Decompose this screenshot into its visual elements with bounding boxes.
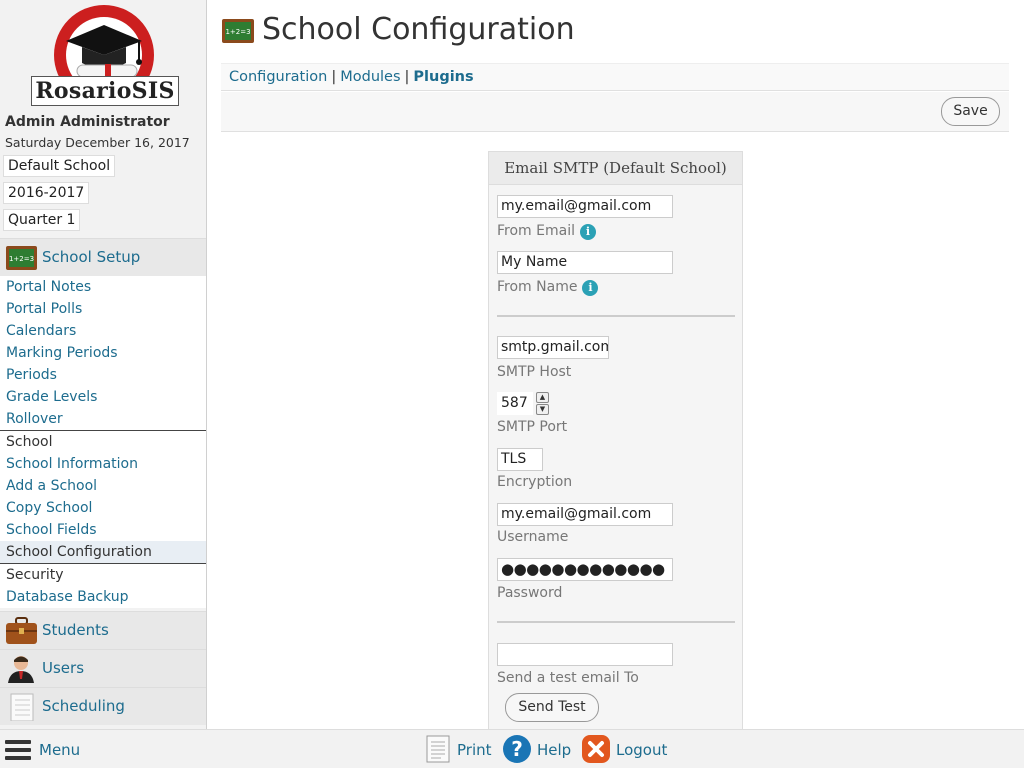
submenu-section-security: Security bbox=[0, 563, 206, 586]
user-icon bbox=[8, 656, 34, 683]
tab-modules[interactable]: Modules bbox=[340, 69, 400, 85]
from-name-label-text: From Name bbox=[497, 279, 578, 295]
password-input[interactable]: ●●●●●●●●●●●●● bbox=[497, 558, 673, 581]
test-email-label: Send a test email To bbox=[497, 670, 639, 686]
notepad-icon bbox=[10, 693, 34, 721]
info-icon[interactable]: i bbox=[582, 280, 599, 296]
page-title: School Configuration bbox=[262, 12, 575, 47]
logout-link[interactable]: Logout bbox=[616, 741, 667, 759]
from-name-label: From Name i bbox=[497, 279, 599, 296]
school-select[interactable]: Default School bbox=[3, 155, 116, 177]
section-divider bbox=[497, 315, 735, 317]
submenu-portal-notes[interactable]: Portal Notes bbox=[0, 276, 206, 298]
menu-scheduling[interactable]: Scheduling bbox=[0, 687, 206, 725]
print-document-icon[interactable] bbox=[423, 734, 453, 764]
logo-wordmark[interactable]: RosarioSIS bbox=[31, 76, 179, 106]
svg-text:1+2=3: 1+2=3 bbox=[9, 255, 34, 263]
tab-separator: | bbox=[331, 69, 337, 85]
menu-link[interactable]: Menu bbox=[39, 741, 80, 759]
spin-down-icon[interactable]: ▼ bbox=[536, 404, 549, 415]
user-name: Admin Administrator bbox=[5, 114, 170, 130]
save-bar: Save bbox=[221, 92, 1009, 132]
smtp-port-label: SMTP Port bbox=[497, 419, 568, 435]
encryption-label: Encryption bbox=[497, 474, 573, 490]
smtp-port-stepper[interactable]: ▲ ▼ bbox=[536, 392, 550, 416]
submenu-marking-periods[interactable]: Marking Periods bbox=[0, 342, 206, 364]
send-test-button[interactable]: Send Test bbox=[505, 693, 599, 722]
smtp-port-input[interactable]: 587 bbox=[497, 392, 533, 415]
submenu-calendars[interactable]: Calendars bbox=[0, 320, 206, 342]
menu-users-label: Users bbox=[42, 659, 85, 677]
from-name-input[interactable]: My Name bbox=[497, 251, 673, 274]
info-icon[interactable]: i bbox=[579, 224, 596, 240]
help-question-icon[interactable]: ? bbox=[502, 734, 532, 764]
submenu-school-information[interactable]: School Information bbox=[0, 453, 206, 475]
submenu-grade-levels[interactable]: Grade Levels bbox=[0, 386, 206, 408]
current-date: Saturday December 16, 2017 bbox=[5, 135, 190, 150]
encryption-select[interactable]: TLS bbox=[497, 448, 543, 471]
chalkboard-icon: 1+2=3 bbox=[6, 246, 37, 270]
panel-heading: Email SMTP (Default School) bbox=[489, 152, 742, 185]
main-content: 1+2=3 School Configuration Configuration… bbox=[207, 0, 1024, 729]
submenu-rollover[interactable]: Rollover bbox=[0, 408, 206, 430]
menu-school-setup[interactable]: 1+2=3 School Setup bbox=[0, 238, 206, 276]
menu-students-label: Students bbox=[42, 621, 109, 639]
spin-up-icon[interactable]: ▲ bbox=[536, 392, 549, 403]
smtp-host-label: SMTP Host bbox=[497, 364, 572, 380]
from-email-label: From Email i bbox=[497, 223, 596, 240]
from-email-input[interactable]: my.email@gmail.com bbox=[497, 195, 673, 218]
username-input[interactable]: my.email@gmail.com bbox=[497, 503, 673, 526]
svg-text:?: ? bbox=[511, 737, 523, 761]
menu-scheduling-label: Scheduling bbox=[42, 697, 125, 715]
email-smtp-panel: Email SMTP (Default School) my.email@gma… bbox=[488, 151, 743, 729]
smtp-host-input[interactable]: smtp.gmail.com bbox=[497, 336, 609, 359]
logout-x-icon[interactable] bbox=[581, 734, 611, 764]
submenu-database-backup[interactable]: Database Backup bbox=[0, 586, 206, 608]
svg-text:1+2=3: 1+2=3 bbox=[225, 28, 250, 36]
tab-bar: Configuration | Modules | Plugins bbox=[221, 63, 1009, 91]
username-label: Username bbox=[497, 529, 569, 545]
chalkboard-icon: 1+2=3 bbox=[222, 19, 254, 43]
from-email-label-text: From Email bbox=[497, 223, 575, 239]
submenu-school-fields[interactable]: School Fields bbox=[0, 519, 206, 541]
tab-plugins[interactable]: Plugins bbox=[413, 69, 473, 85]
school-year-select[interactable]: 2016-2017 bbox=[3, 182, 90, 204]
tab-separator: | bbox=[404, 69, 410, 85]
submenu-copy-school[interactable]: Copy School bbox=[0, 497, 206, 519]
sidebar: RosarioSIS Admin Administrator Saturday … bbox=[0, 0, 207, 729]
menu-school-setup-label: School Setup bbox=[42, 248, 141, 266]
submenu-section-school: School bbox=[0, 430, 206, 453]
menu-students[interactable]: Students bbox=[0, 611, 206, 649]
save-button[interactable]: Save bbox=[941, 97, 1000, 126]
marking-period-select[interactable]: Quarter 1 bbox=[3, 209, 81, 231]
submenu-school-configuration[interactable]: School Configuration bbox=[0, 541, 206, 563]
password-label: Password bbox=[497, 585, 563, 601]
submenu-periods[interactable]: Periods bbox=[0, 364, 206, 386]
section-divider bbox=[497, 621, 735, 623]
briefcase-icon bbox=[6, 617, 37, 644]
tab-configuration[interactable]: Configuration bbox=[229, 69, 327, 85]
bottom-bar: Menu Print ? Help Logout bbox=[0, 729, 1024, 768]
print-link[interactable]: Print bbox=[457, 741, 492, 759]
submenu-portal-polls[interactable]: Portal Polls bbox=[0, 298, 206, 320]
test-email-input[interactable] bbox=[497, 643, 673, 666]
help-link[interactable]: Help bbox=[537, 741, 571, 759]
school-setup-submenu: Portal Notes Portal Polls Calendars Mark… bbox=[0, 276, 206, 608]
submenu-add-a-school[interactable]: Add a School bbox=[0, 475, 206, 497]
menu-hamburger-icon[interactable] bbox=[5, 740, 31, 760]
menu-users[interactable]: Users bbox=[0, 649, 206, 687]
